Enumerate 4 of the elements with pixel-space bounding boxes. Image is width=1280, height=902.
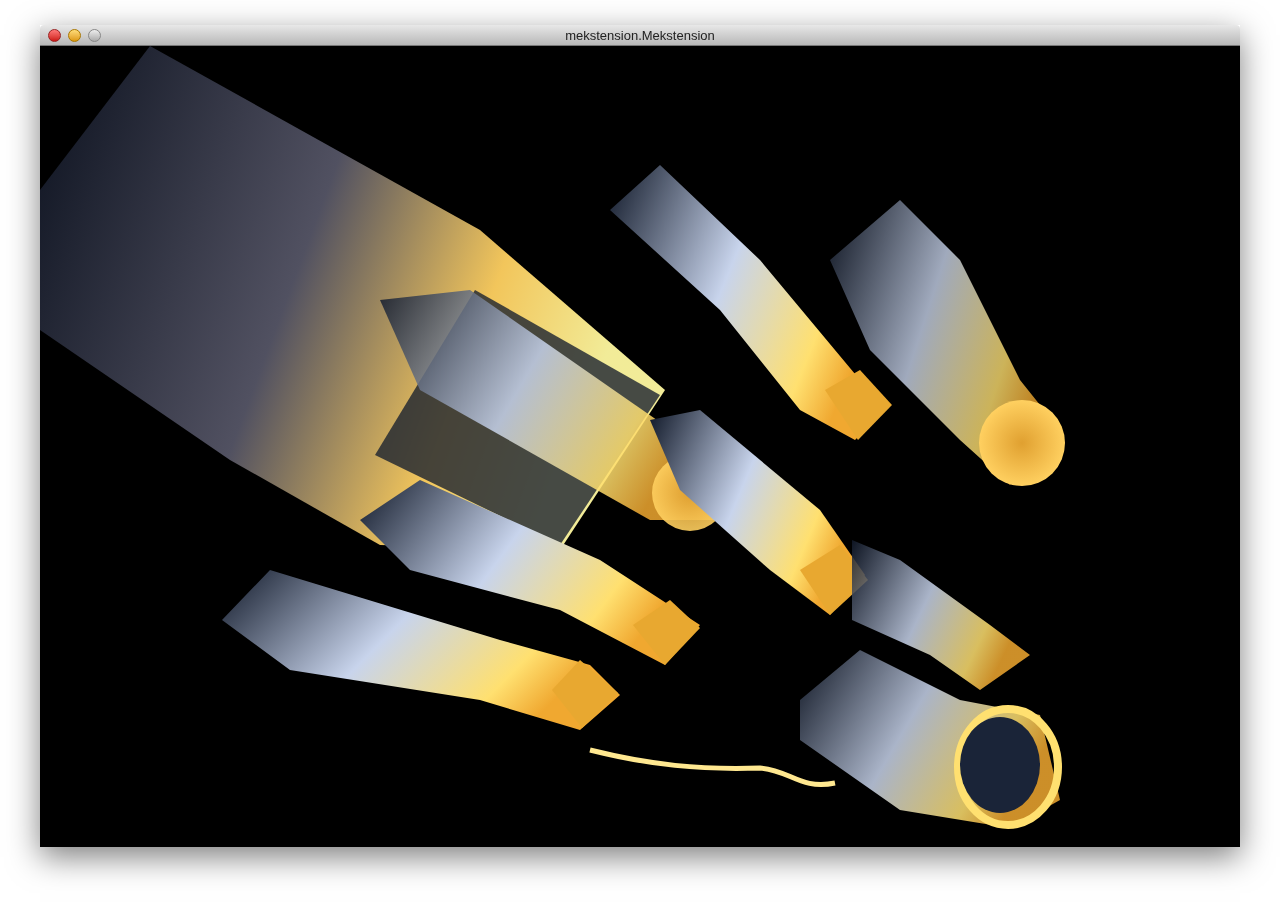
close-button[interactable]: [48, 29, 61, 42]
minimize-button[interactable]: [68, 29, 81, 42]
zoom-button[interactable]: [88, 29, 101, 42]
window-title: mekstension.Mekstension: [565, 28, 715, 42]
